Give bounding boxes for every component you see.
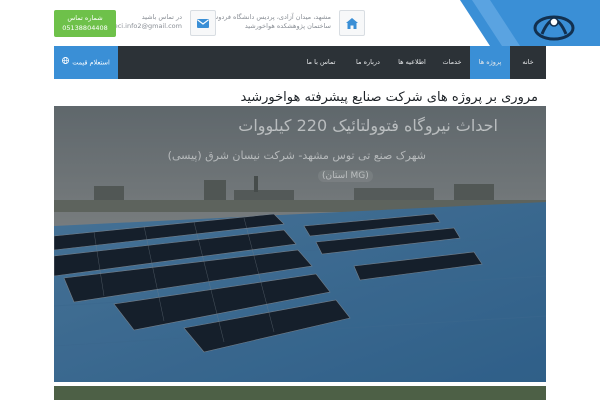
phone-label: شماره تماس: [67, 14, 103, 22]
page-title: مروری بر پروژه های شرکت صنایع پیشرفته هو…: [240, 90, 538, 105]
nav-item-home[interactable]: خانه: [510, 46, 546, 79]
project-slider[interactable]: احداث نیروگاه فتوولتائیک 220 کیلووات شهر…: [54, 106, 546, 382]
site-header: مشهد، میدان آزادی، پردیس دانشگاه فردوسی …: [0, 0, 600, 46]
email-block: در تماس باشید saeci.info2@gmail.com: [106, 13, 182, 31]
nav-item-about[interactable]: درباره ما: [346, 46, 390, 79]
nav-item-contact[interactable]: تماس با ما: [296, 46, 346, 79]
nav-item-services[interactable]: خدمات: [434, 46, 470, 79]
company-logo[interactable]: [530, 4, 578, 42]
email-address[interactable]: saeci.info2@gmail.com: [106, 22, 182, 31]
slide-subtitle: شهرک صنع تی توس مشهد- شرکت نیسان شرق (پی…: [167, 149, 426, 162]
envelope-icon: [190, 10, 216, 36]
page: مشهد، میدان آزادی، پردیس دانشگاه فردوسی …: [0, 0, 600, 400]
slide-location-tag: (استان MG): [318, 170, 373, 182]
nav-item-projects[interactable]: پروژه ها: [470, 46, 510, 79]
phone-number: 05138804408: [62, 24, 108, 32]
project-slider-next[interactable]: [54, 386, 546, 400]
nav-item-announcements[interactable]: اطلاعیه ها: [390, 46, 434, 79]
globe-icon: [62, 46, 70, 79]
main-nav: خانه پروژه ها خدمات اطلاعیه ها درباره ما…: [54, 46, 546, 79]
phone-button[interactable]: شماره تماس 05138804408: [54, 10, 116, 37]
home-icon: [339, 10, 365, 36]
solar-farm-photo: [54, 106, 546, 382]
slide-title: احداث نیروگاه فتوولتائیک 220 کیلووات: [238, 116, 498, 135]
quote-request-label: استعلام قیمت: [72, 58, 110, 67]
email-label: در تماس باشید: [141, 13, 182, 21]
quote-request-button[interactable]: استعلام قیمت: [54, 46, 118, 79]
